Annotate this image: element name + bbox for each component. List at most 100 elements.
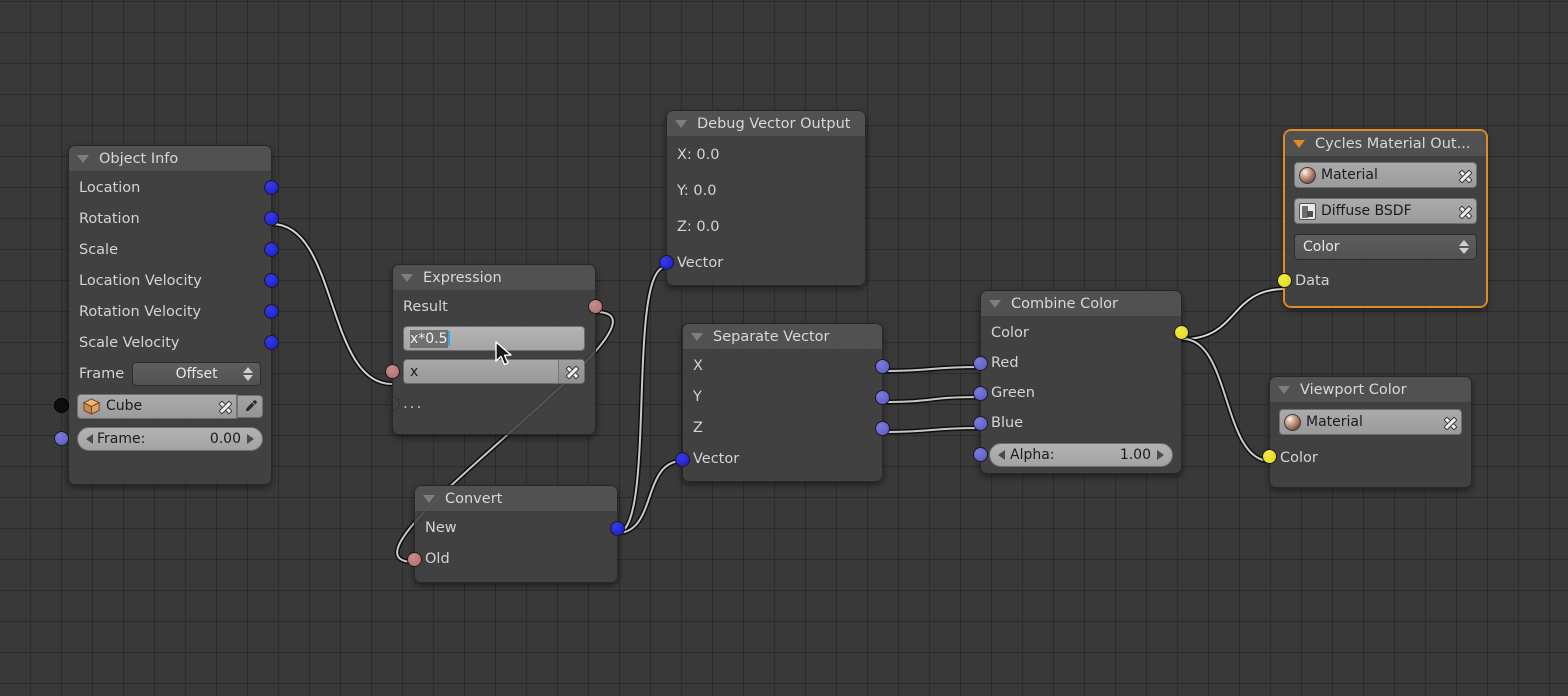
input-socket-color[interactable]	[1262, 449, 1277, 464]
input-row-vector: Vector	[659, 245, 865, 281]
input-socket-frame[interactable]	[54, 431, 69, 446]
node-body-viewport-color: Material Color	[1262, 403, 1471, 474]
node-debug-vector-output[interactable]: Debug Vector Output X: 0.0 Y: 0.0 Z: 0.0…	[659, 110, 866, 286]
material-id-field[interactable]: Material	[1294, 162, 1477, 188]
frame-mode-value: Offset	[175, 366, 218, 382]
node-editor-canvas[interactable]: Object Info Location Rotation Scale Loca…	[0, 0, 1568, 696]
input-socket-object[interactable]	[54, 398, 69, 413]
node-header-combine-color[interactable]: Combine Color	[981, 291, 1181, 317]
output-socket-new[interactable]	[610, 521, 625, 536]
clear-material-button[interactable]	[1437, 410, 1461, 434]
frame-mode-dropdown[interactable]: Offset	[132, 362, 261, 386]
material-name: Material	[1321, 167, 1378, 183]
object-id-field[interactable]: Cube	[77, 393, 237, 419]
node-header-debug-vector-output[interactable]: Debug Vector Output	[667, 111, 865, 137]
collapse-triangle-icon[interactable]	[989, 299, 1001, 308]
node-header-convert[interactable]: Convert	[415, 486, 617, 512]
output-socket-x[interactable]	[875, 359, 890, 374]
node-title: Expression	[423, 269, 502, 286]
socket-label: Z	[693, 419, 703, 436]
input-socket-vector[interactable]	[675, 452, 690, 467]
input-row-vector: Vector	[675, 443, 882, 474]
output-socket-location[interactable]	[264, 180, 279, 195]
extra-variable-row: ...	[385, 388, 595, 418]
collapse-triangle-icon[interactable]	[1278, 385, 1290, 394]
input-socket-old[interactable]	[407, 552, 422, 567]
socket-label: Rotation Velocity	[79, 303, 202, 320]
output-row-rotation: Rotation	[69, 203, 279, 234]
node-header-cycles-material-output[interactable]: Cycles Material Out...	[1285, 131, 1486, 157]
node-title: Debug Vector Output	[697, 115, 851, 132]
socket-label: Color	[991, 324, 1029, 341]
material-field-row: Material	[1270, 403, 1471, 441]
collapse-triangle-icon[interactable]	[675, 119, 687, 128]
node-link	[1182, 338, 1271, 462]
node-viewport-color[interactable]: Viewport Color Material Color	[1262, 376, 1472, 488]
shader-id-field[interactable]: Diffuse BSDF	[1294, 198, 1477, 224]
clear-object-button[interactable]	[212, 395, 236, 418]
input-socket-green[interactable]	[973, 386, 988, 401]
increment-arrow-icon[interactable]	[247, 434, 254, 444]
text-caret	[447, 331, 450, 346]
socket-label: Location	[79, 179, 141, 196]
eyedropper-button[interactable]	[237, 394, 263, 418]
node-combine-color[interactable]: Combine Color Color Red Green Blue Alpha…	[973, 290, 1189, 474]
output-row-z: Z	[683, 412, 890, 443]
decrement-arrow-icon[interactable]	[998, 450, 1005, 460]
input-row-data: Data	[1277, 265, 1486, 297]
node-header-separate-vector[interactable]: Separate Vector	[683, 324, 882, 350]
output-socket-rotation-velocity[interactable]	[264, 304, 279, 319]
socket-enum-dropdown[interactable]: Color	[1294, 234, 1477, 260]
node-separate-vector[interactable]: Separate Vector X Y Z Vector	[675, 323, 890, 482]
input-socket-data[interactable]	[1277, 273, 1292, 288]
node-expression[interactable]: Expression Result x*0.5 x ...	[385, 264, 603, 435]
input-socket-empty[interactable]	[385, 396, 400, 411]
output-socket-z[interactable]	[875, 421, 890, 436]
output-socket-y[interactable]	[875, 390, 890, 405]
expression-input[interactable]: x*0.5	[403, 326, 585, 351]
frame-mode-row: Frame Offset	[69, 358, 271, 390]
object-field-row: Cube	[54, 390, 271, 422]
socket-label: Color	[1280, 449, 1318, 466]
output-socket-scale[interactable]	[264, 242, 279, 257]
collapse-triangle-icon[interactable]	[77, 154, 89, 163]
node-header-object-info[interactable]: Object Info	[69, 146, 271, 172]
input-row-red: Red	[973, 348, 1181, 378]
input-socket-variable[interactable]	[385, 364, 400, 379]
input-socket-vector[interactable]	[659, 255, 674, 270]
node-convert[interactable]: Convert New Old	[407, 485, 625, 583]
output-socket-location-velocity[interactable]	[264, 273, 279, 288]
node-cycles-material-output[interactable]: Cycles Material Out... Material Diffuse …	[1277, 130, 1487, 307]
output-socket-result[interactable]	[588, 299, 603, 314]
increment-arrow-icon[interactable]	[1157, 450, 1164, 460]
collapse-triangle-icon[interactable]	[1293, 139, 1305, 148]
output-row-scale: Scale	[69, 234, 279, 265]
clear-material-button[interactable]	[1452, 163, 1476, 187]
input-socket-alpha[interactable]	[973, 447, 988, 462]
output-socket-color[interactable]	[1174, 325, 1189, 340]
output-row-result: Result	[393, 291, 603, 322]
collapse-triangle-icon[interactable]	[401, 273, 413, 282]
frame-slider[interactable]: Frame: 0.00	[77, 427, 263, 451]
shader-name: Diffuse BSDF	[1321, 203, 1412, 219]
output-socket-scale-velocity[interactable]	[264, 335, 279, 350]
socket-label: Vector	[693, 450, 740, 467]
clear-variable-button[interactable]	[558, 360, 584, 383]
clear-shader-button[interactable]	[1452, 199, 1476, 223]
alpha-slider[interactable]: Alpha: 1.00	[989, 443, 1173, 467]
decrement-arrow-icon[interactable]	[86, 434, 93, 444]
variable-input[interactable]: x	[403, 359, 585, 384]
collapse-triangle-icon[interactable]	[423, 494, 435, 503]
node-header-viewport-color[interactable]: Viewport Color	[1270, 377, 1471, 403]
readout-x: X: 0.0	[677, 147, 720, 163]
eyedropper-icon	[245, 399, 257, 411]
input-socket-blue[interactable]	[973, 416, 988, 431]
output-socket-rotation[interactable]	[264, 211, 279, 226]
input-socket-red[interactable]	[973, 356, 988, 371]
node-header-expression[interactable]: Expression	[393, 265, 595, 291]
output-row-rotation-velocity: Rotation Velocity	[69, 296, 279, 327]
collapse-triangle-icon[interactable]	[691, 332, 703, 341]
material-id-field[interactable]: Material	[1279, 409, 1462, 435]
node-object-info[interactable]: Object Info Location Rotation Scale Loca…	[54, 145, 279, 485]
alpha-slider-label: Alpha:	[1010, 447, 1055, 463]
